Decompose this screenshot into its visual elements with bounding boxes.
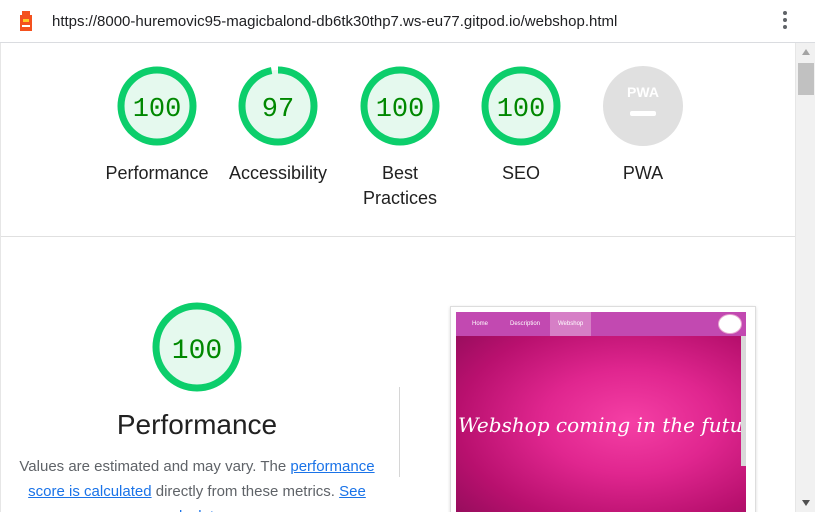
- scroll-up-arrow-icon[interactable]: [802, 49, 810, 55]
- gauge-pwa[interactable]: PWA PWA: [583, 65, 703, 186]
- gauge-best-practices[interactable]: 100 Best Practices: [340, 65, 460, 211]
- scrollbar-thumb[interactable]: [798, 63, 814, 95]
- performance-description: Values are estimated and may vary. The p…: [11, 454, 383, 512]
- gauge-ring: 100: [117, 66, 197, 146]
- gauge-score: 100: [133, 95, 182, 125]
- gauge-label: Accessibility: [228, 163, 328, 183]
- thumb-logo-icon: [718, 314, 742, 334]
- kebab-menu-icon[interactable]: [779, 11, 791, 33]
- performance-title: Performance: [116, 409, 278, 440]
- thumb-nav-webshop: Webshop: [550, 312, 592, 336]
- address-bar: https://8000-huremovic95-magicbalond-db6…: [0, 0, 815, 43]
- performance-gauge: 100: [152, 302, 242, 392]
- gauge-ring: 100: [360, 66, 440, 146]
- report-content: 100 Performance 97 Accessibility 100 Bes…: [0, 43, 795, 512]
- thumb-nav-description: Description: [510, 321, 541, 327]
- gauge-performance[interactable]: 100 Performance: [97, 65, 217, 186]
- gauge-label-line2: Practices: [362, 188, 438, 208]
- gauge-label: Performance: [105, 163, 209, 183]
- thumb-navbar: Home Description Webshop: [456, 312, 746, 336]
- gauge-label: SEO: [501, 163, 540, 183]
- thumb-hero-text: Webshop coming in the future: [458, 413, 746, 437]
- final-screenshot[interactable]: Home Description Webshop Webshop coming …: [450, 306, 756, 512]
- section-divider: [399, 387, 400, 477]
- page-scrollbar[interactable]: [795, 43, 815, 512]
- gauge-accessibility[interactable]: 97 Accessibility: [218, 65, 338, 186]
- performance-score: 100: [172, 336, 222, 367]
- lighthouse-icon: [20, 11, 32, 31]
- desc-text: directly from these metrics.: [151, 483, 340, 500]
- gauge-label: PWA: [622, 163, 664, 183]
- gauge-ring: 97: [238, 66, 318, 146]
- score-gauges: 100 Performance 97 Accessibility 100 Bes…: [1, 43, 795, 237]
- pwa-badge-text: PWA: [627, 84, 659, 100]
- gauge-score: 97: [262, 95, 294, 125]
- thumb-hero-image: Webshop coming in the future: [456, 336, 746, 512]
- pwa-badge-icon: PWA: [603, 66, 683, 146]
- gauge-score: 100: [376, 95, 425, 125]
- gauge-label-line1: Best: [381, 163, 419, 183]
- gauge-label: Best Practices: [340, 161, 460, 211]
- url-text[interactable]: https://8000-huremovic95-magicbalond-db6…: [52, 13, 617, 30]
- gauge-score: 100: [497, 95, 546, 125]
- thumb-nav-home: Home: [472, 321, 489, 327]
- gauge-seo[interactable]: 100 SEO: [461, 65, 581, 186]
- scroll-down-arrow-icon[interactable]: [802, 500, 810, 506]
- thumb-scrollbar: [741, 336, 746, 466]
- desc-text: Values are estimated and may vary. The: [19, 458, 291, 475]
- gauge-ring: 100: [481, 66, 561, 146]
